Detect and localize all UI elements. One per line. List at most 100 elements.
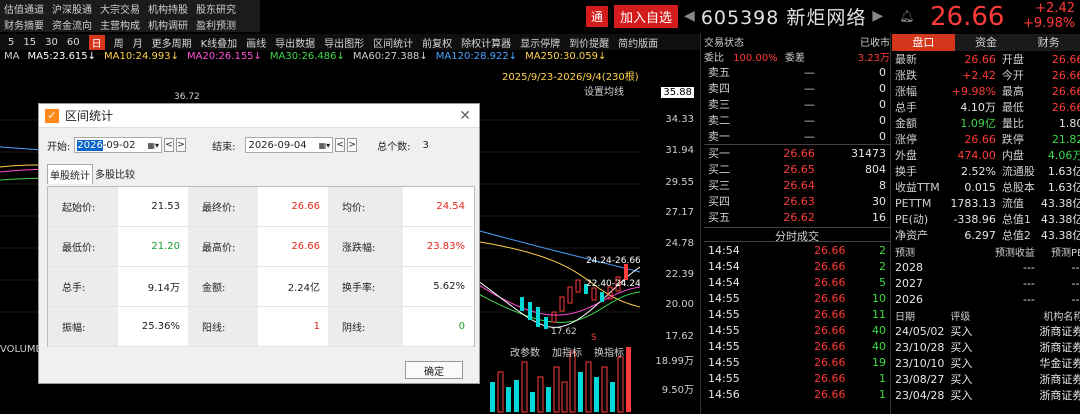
tab-multi-stock[interactable]: 多股比较 xyxy=(93,164,137,184)
prev-stock-icon[interactable]: ◀ xyxy=(684,8,695,24)
end-date[interactable]: 2026-09-04 xyxy=(248,140,306,151)
order-book-row[interactable]: 卖四 — 0 xyxy=(704,80,890,96)
toolbar-item[interactable]: 前复权 xyxy=(422,35,452,50)
quote-label: PE(动) xyxy=(895,213,929,226)
end-next-button[interactable]: > xyxy=(347,138,358,152)
ok-button[interactable]: 确定 xyxy=(405,361,463,379)
dialog-titlebar[interactable]: ✓ 区间统计 ✕ xyxy=(39,104,479,128)
rating-row[interactable]: 23/10/28 买入 浙商证券 xyxy=(892,339,1080,355)
tick-row[interactable]: 14:56 26.66 1 xyxy=(704,386,890,402)
edit-params-button[interactable]: 改参数 xyxy=(510,344,540,359)
toolbar-item[interactable]: 到价提醒 xyxy=(569,35,609,50)
quote-row: 金额 1.09亿 量比 1.80 xyxy=(892,115,1080,131)
rating-row[interactable]: 23/10/10 买入 华金证券 xyxy=(892,355,1080,371)
tick-volume: 19 xyxy=(872,355,886,369)
nav-link[interactable]: 沪深股通 xyxy=(52,1,92,16)
close-icon[interactable]: ✕ xyxy=(459,108,471,124)
ma-value: MA120:28.922↓ xyxy=(435,51,518,62)
toolbar-item[interactable]: 5 xyxy=(8,37,14,48)
add-watchlist-button[interactable]: 加入自选 xyxy=(614,4,679,28)
end-prev-button[interactable]: < xyxy=(335,138,346,152)
add-indicator-button[interactable]: 加指标 xyxy=(552,344,582,359)
tick-row[interactable]: 14:54 26.66 2 xyxy=(704,258,890,274)
quote-label: 最高 xyxy=(1001,85,1024,98)
tick-price: 26.66 xyxy=(814,371,846,385)
toolbar-item[interactable]: 除权计算器 xyxy=(461,35,511,50)
nav-link[interactable]: 盈利预测 xyxy=(196,17,236,32)
toolbar-item[interactable]: 15 xyxy=(23,37,36,48)
order-book-row[interactable]: 卖三 — 0 xyxy=(704,96,890,112)
ma-value: MA30:26.486↓ xyxy=(269,51,345,62)
tab-funds[interactable]: 资金 xyxy=(954,34,1018,51)
calendar-icon[interactable]: ▦▾ xyxy=(319,141,331,150)
forecast-header-row: 预测 预测收益 预测PE xyxy=(892,243,1080,259)
toolbar-item[interactable]: 导出图形 xyxy=(324,35,364,50)
tick-row[interactable]: 14:55 26.66 1 xyxy=(704,370,890,386)
toolbar-item[interactable]: 导出数据 xyxy=(275,35,315,50)
bell-icon[interactable]: 🔔︎ xyxy=(899,9,914,23)
toolbar-item[interactable]: 区间统计 xyxy=(373,35,413,50)
rating-row[interactable]: 23/08/27 买入 浙商证券 xyxy=(892,371,1080,387)
nav-link[interactable]: 主营构成 xyxy=(100,17,140,32)
rating-row[interactable]: 24/05/02 买入 浙商证券 xyxy=(892,323,1080,339)
toolbar-item[interactable]: K线叠加 xyxy=(201,35,238,50)
nav-link[interactable]: 大宗交易 xyxy=(100,1,140,16)
tick-row[interactable]: 14:55 26.66 40 xyxy=(704,338,890,354)
calendar-icon[interactable]: ▦▾ xyxy=(148,141,160,150)
nav-link[interactable]: 股东研究 xyxy=(196,1,236,16)
toolbar-item[interactable]: 画线 xyxy=(246,35,266,50)
order-book-row[interactable]: 买一 26.66 31473 xyxy=(704,144,890,162)
tick-row[interactable]: 14:55 26.66 40 xyxy=(704,322,890,338)
nav-link[interactable]: 资金流向 xyxy=(52,17,92,32)
order-book-row[interactable]: 买五 26.62 16 xyxy=(704,209,890,225)
tong-badge[interactable]: 通 xyxy=(586,5,609,27)
toolbar-item[interactable]: 30 xyxy=(45,37,58,48)
tick-row[interactable]: 14:54 26.66 2 xyxy=(704,242,890,258)
switch-indicator-button[interactable]: 换指标 xyxy=(594,344,624,359)
tick-row[interactable]: 14:54 26.66 5 xyxy=(704,274,890,290)
start-prev-button[interactable]: < xyxy=(164,138,175,152)
toolbar-item[interactable]: 月 xyxy=(133,35,143,50)
stat-value: 21.20 xyxy=(118,227,188,267)
nav-link[interactable]: 估值通道 xyxy=(4,1,44,16)
rating-rating: 买入 xyxy=(950,389,973,402)
order-book-row[interactable]: 买三 26.64 8 xyxy=(704,177,890,193)
panel-divider xyxy=(890,33,891,414)
nav-link[interactable]: 财务摘要 xyxy=(4,17,44,32)
toolbar-item[interactable]: 日 xyxy=(88,34,105,50)
nav-link[interactable]: 机构调研 xyxy=(148,17,188,32)
rating-org: 华金证券 xyxy=(1039,357,1080,370)
next-stock-icon[interactable]: ▶ xyxy=(872,8,883,24)
order-book-row[interactable]: 买二 26.65 804 xyxy=(704,161,890,177)
order-book-row[interactable]: 卖一 — 0 xyxy=(704,128,890,145)
toolbar-item[interactable]: 周 xyxy=(114,35,124,50)
order-book-vol: 31473 xyxy=(851,146,886,160)
rating-row[interactable]: 23/04/28 买入 浙商证券 xyxy=(892,387,1080,403)
order-book-row[interactable]: 卖二 — 0 xyxy=(704,112,890,128)
start-year[interactable]: 2026 xyxy=(77,139,103,151)
tab-pankou[interactable]: 盘口 xyxy=(892,34,955,51)
start-next-button[interactable]: > xyxy=(176,138,187,152)
order-book-row[interactable]: 卖五 — 0 xyxy=(704,64,890,80)
toolbar-item[interactable]: 60 xyxy=(67,37,80,48)
top-nav-row-2: 财务摘要 资金流向 主营构成 机构调研 盈利预测 xyxy=(0,16,260,32)
order-book-label: 卖二 xyxy=(708,114,730,127)
stat-value: 26.66 xyxy=(258,227,328,267)
start-month-day[interactable]: -09-02 xyxy=(103,140,136,151)
tick-price: 26.66 xyxy=(814,307,846,321)
tab-single-stock[interactable]: 单股统计 xyxy=(47,164,93,184)
toolbar-item[interactable]: 显示停牌 xyxy=(520,35,560,50)
quote-row: 最新 26.66 开盘 26.66 xyxy=(892,51,1080,67)
tab-finance[interactable]: 财务 xyxy=(1017,34,1080,51)
change-value: +2.42 xyxy=(1035,1,1075,16)
tick-row[interactable]: 14:55 26.66 10 xyxy=(704,290,890,306)
toolbar-item[interactable]: 更多周期 xyxy=(152,35,192,50)
toolbar-item[interactable]: 简约版面 xyxy=(618,35,658,50)
end-date-picker[interactable]: 2026-09-04 ▦▾ xyxy=(245,137,334,153)
rating-org: 浙商证券 xyxy=(1039,389,1080,402)
tick-row[interactable]: 14:55 26.66 11 xyxy=(704,306,890,322)
start-date-picker[interactable]: 2026 -09-02 ▦▾ xyxy=(74,137,163,153)
order-book-row[interactable]: 买四 26.63 30 xyxy=(704,193,890,209)
nav-link[interactable]: 机构持股 xyxy=(148,1,188,16)
tick-row[interactable]: 14:55 26.66 19 xyxy=(704,354,890,370)
